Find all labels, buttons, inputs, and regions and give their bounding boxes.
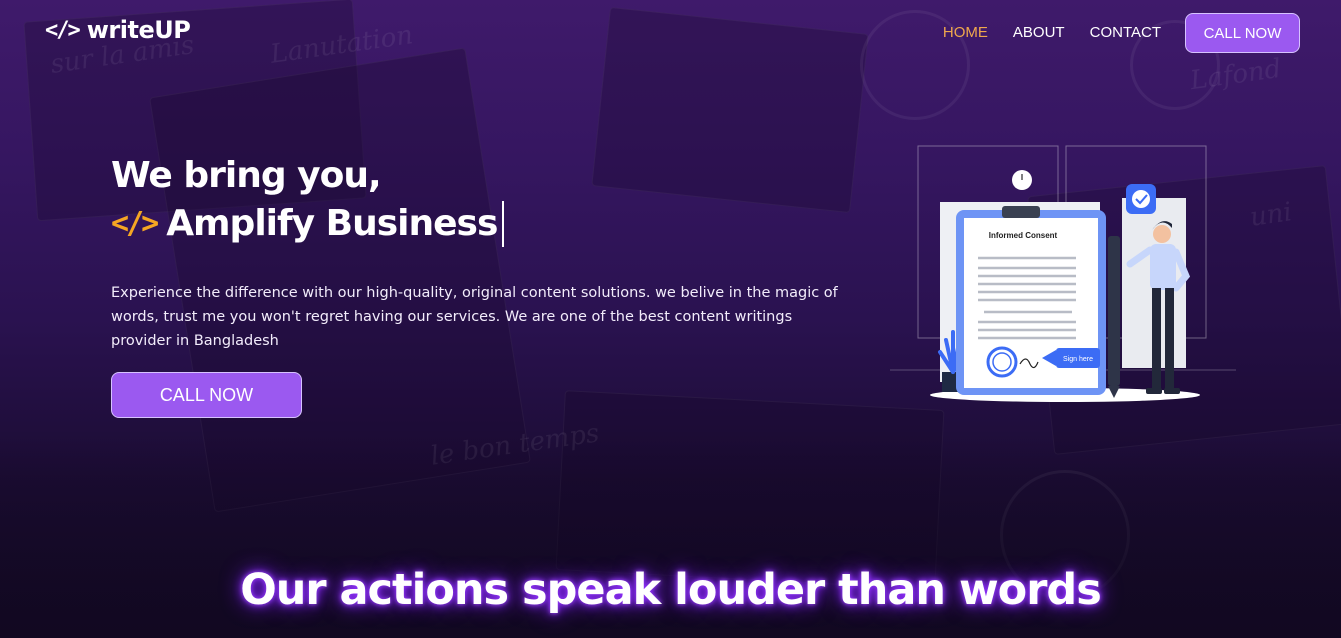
hero-title-line1: We bring you, — [111, 155, 382, 196]
nav-about-link[interactable]: ABOUT — [1013, 14, 1065, 52]
header-call-now-button[interactable]: CALL NOW — [1185, 13, 1300, 53]
hero-title-line2-row: </> Amplify Business — [111, 200, 505, 248]
typing-cursor — [502, 201, 505, 247]
document-title: Informed Consent — [989, 231, 1058, 240]
code-brackets-icon: </> — [45, 17, 81, 43]
nav-contact-link[interactable]: CONTACT — [1090, 14, 1161, 52]
code-brackets-icon: </> — [111, 206, 159, 241]
tagline: Our actions speak louder than words — [240, 565, 1102, 615]
main-nav: HOME ABOUT CONTACT CALL NOW — [943, 13, 1300, 53]
hero-title: We bring you, </> Amplify Business — [111, 152, 505, 248]
hero-description: Experience the difference with our high-… — [111, 285, 838, 349]
brand-name: writeUP — [86, 16, 191, 44]
navbar: </> writeUP HOME ABOUT CONTACT CALL NOW — [0, 0, 1341, 64]
logo[interactable]: </> writeUP — [45, 16, 191, 44]
hero-title-line2: Amplify Business — [166, 203, 498, 244]
nav-home-link[interactable]: HOME — [943, 14, 988, 52]
consent-illustration: Informed Consent Sign here — [890, 145, 1236, 402]
hero-call-now-button[interactable]: CALL NOW — [111, 372, 302, 418]
sign-here-label: Sign here — [1063, 356, 1093, 363]
